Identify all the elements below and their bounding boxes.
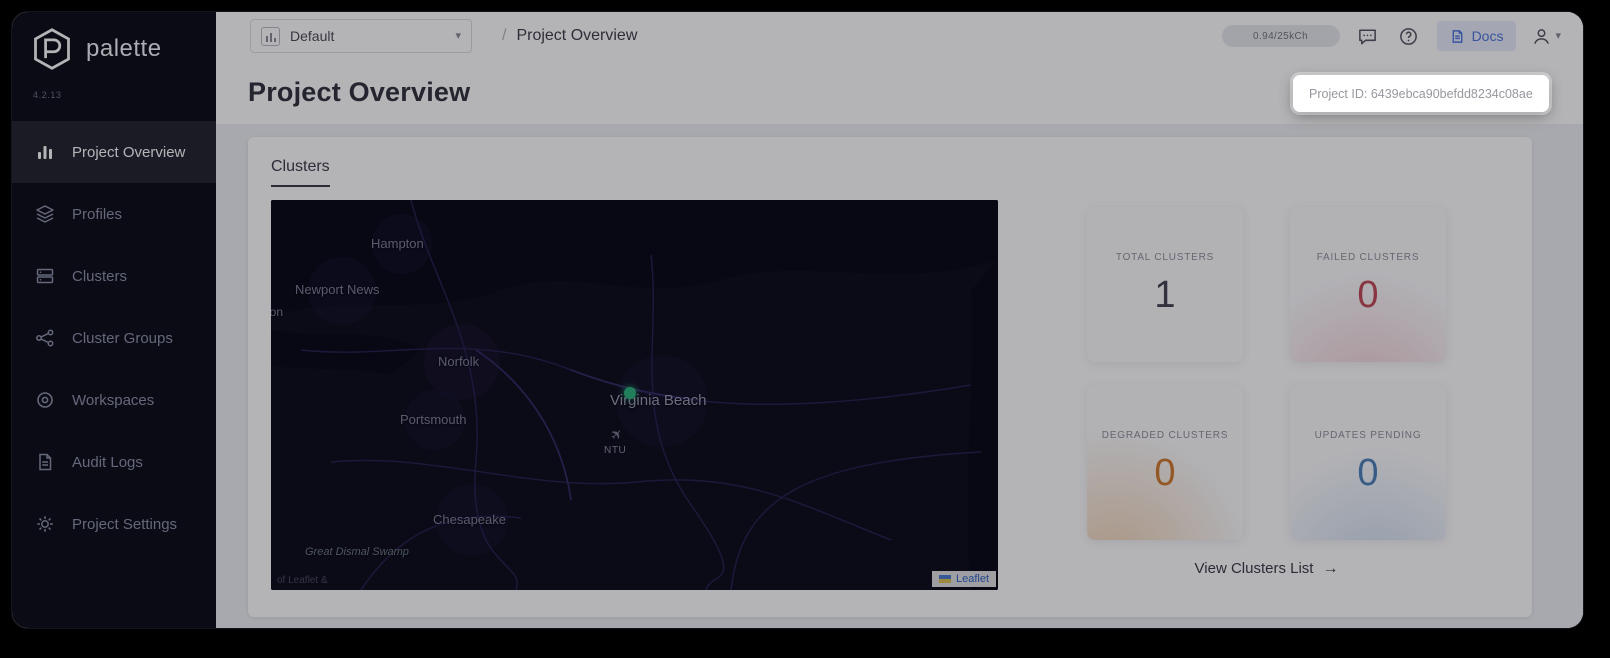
clusters-map[interactable]: Hampton Newport News llton Norfolk Virgi… [271, 200, 998, 590]
cluster-stats-grid: TOTAL CLUSTERS 1 FAILED CLUSTERS 0 DEGRA… [1087, 207, 1446, 540]
help-icon [1398, 26, 1419, 47]
stat-value: 0 [1154, 452, 1176, 494]
stat-failed-clusters: FAILED CLUSTERS 0 [1290, 207, 1446, 362]
map-label-great-dismal-swamp: Great Dismal Swamp [305, 546, 409, 558]
sidebar-item-label: Clusters [72, 267, 128, 285]
sidebar-item-label: Audit Logs [72, 453, 143, 471]
stat-label: UPDATES PENDING [1314, 430, 1422, 441]
page-title: Project Overview [248, 76, 471, 107]
app-version: 4.2.13 [33, 90, 62, 100]
leaflet-link[interactable]: Leaflet [956, 573, 989, 585]
airport-code-label: NTU [604, 445, 627, 456]
project-scope-value: Default [290, 28, 335, 44]
breadcrumb-current[interactable]: Project Overview [516, 27, 637, 45]
stat-total-clusters: TOTAL CLUSTERS 1 [1087, 207, 1243, 362]
stat-value: 0 [1357, 274, 1379, 316]
overview-chart-icon [35, 142, 55, 162]
map-label-portsmouth: Portsmouth [400, 412, 467, 427]
chevron-down-icon: ▾ [455, 29, 461, 42]
sidebar-item-cluster-groups[interactable]: Cluster Groups [12, 307, 216, 369]
sidebar-nav: Project Overview Profiles Clusters Clust… [12, 121, 216, 555]
project-scope-selector[interactable]: Default ▾ [250, 19, 472, 53]
sidebar-item-project-settings[interactable]: Project Settings [12, 493, 216, 555]
app-window: palette 4.2.13 Project Overview Profiles [12, 12, 1583, 628]
topbar: Default ▾ / Project Overview 0.94/25kCh [216, 12, 1583, 60]
stat-label: FAILED CLUSTERS [1316, 252, 1420, 263]
gear-icon [35, 514, 55, 534]
stat-degraded-clusters: DEGRADED CLUSTERS 0 [1087, 385, 1243, 540]
user-menu[interactable]: ▾ [1531, 26, 1561, 47]
brand-logo-row[interactable]: palette [30, 26, 162, 72]
map-label-newport-news: Newport News [295, 282, 380, 297]
topbar-actions: 0.94/25kCh Docs ▾ [1221, 21, 1561, 51]
ukraine-flag-icon [938, 575, 951, 583]
user-icon [1531, 26, 1552, 47]
map-label-llton-partial: llton [271, 305, 284, 319]
tab-clusters[interactable]: Clusters [271, 158, 330, 187]
brand-wordmark: palette [86, 35, 162, 62]
map-attribution-partial: of Leaflet & [277, 575, 328, 586]
docs-button[interactable]: Docs [1436, 21, 1517, 51]
usage-badge: 0.94/25kCh [1221, 25, 1340, 47]
sidebar-item-clusters[interactable]: Clusters [12, 245, 216, 307]
sidebar-item-workspaces[interactable]: Workspaces [12, 369, 216, 431]
breadcrumb-separator: / [502, 27, 507, 44]
sidebar-item-label: Profiles [72, 205, 123, 223]
project-id-tooltip: Project ID: 6439ebca90befdd8234c08ae [1293, 75, 1549, 112]
ring-icon [35, 390, 55, 410]
docs-icon [1450, 29, 1465, 44]
view-clusters-list-label: View Clusters List [1194, 560, 1314, 577]
sidebar-item-label: Cluster Groups [72, 329, 173, 347]
stat-value: 1 [1154, 274, 1176, 316]
sidebar-item-label: Project Settings [72, 515, 178, 533]
leaflet-attribution: Leaflet [931, 571, 996, 587]
palette-logo-icon [30, 26, 74, 72]
cluster-map-marker[interactable] [624, 387, 636, 399]
sidebar-item-audit-logs[interactable]: Audit Logs [12, 431, 216, 493]
chevron-down-icon: ▾ [1555, 29, 1561, 42]
sidebar: palette 4.2.13 Project Overview Profiles [12, 12, 216, 628]
chat-button[interactable] [1355, 23, 1381, 49]
sidebar-item-label: Project Overview [72, 143, 186, 161]
document-icon [35, 452, 55, 472]
clusters-card: Clusters Hampton Newport News on Norfolk… [248, 137, 1532, 617]
sidebar-item-project-overview[interactable]: Project Overview [12, 121, 216, 183]
help-button[interactable] [1396, 23, 1422, 49]
content-area: Clusters Hampton Newport News on Norfolk… [216, 124, 1583, 628]
stat-updates-pending: UPDATES PENDING 0 [1290, 385, 1446, 540]
sidebar-item-label: Workspaces [72, 391, 155, 409]
map-label-norfolk: Norfolk [438, 354, 480, 369]
layers-icon [35, 204, 55, 224]
view-clusters-list-link[interactable]: View Clusters List → [1087, 560, 1446, 578]
breadcrumb: / Project Overview [502, 27, 637, 45]
arrow-right-icon: → [1322, 560, 1339, 577]
stat-label: TOTAL CLUSTERS [1115, 252, 1215, 263]
server-list-icon [35, 266, 55, 286]
map-label-chesapeake: Chesapeake [433, 512, 506, 527]
stat-value: 0 [1357, 452, 1379, 494]
stat-label: DEGRADED CLUSTERS [1101, 430, 1229, 441]
chat-icon [1357, 26, 1378, 47]
network-icon [35, 328, 55, 348]
scope-chart-icon [261, 26, 280, 46]
sidebar-item-profiles[interactable]: Profiles [12, 183, 216, 245]
docs-label: Docs [1471, 28, 1504, 44]
map-label-hampton: Hampton [371, 236, 424, 251]
